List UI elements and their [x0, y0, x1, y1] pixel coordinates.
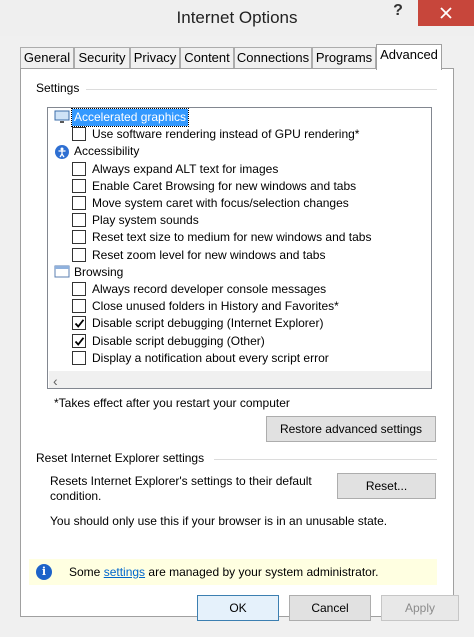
option-label: Move system caret with focus/selection c… [92, 196, 349, 210]
checkbox[interactable] [72, 161, 86, 176]
option-label: Display a notification about every scrip… [92, 350, 329, 365]
option-label: Always record developer console messages [92, 282, 327, 296]
category-label: Browsing [74, 264, 124, 279]
display-icon [54, 110, 70, 124]
checkbox[interactable] [72, 230, 86, 245]
option-label: Reset zoom level for new windows and tab… [92, 247, 326, 262]
option-label: Close unused folders in History and Favo… [92, 299, 339, 314]
option-row[interactable]: Move system caret with focus/selection c… [48, 195, 431, 212]
category-row[interactable]: Accessibility [48, 143, 431, 160]
option-row[interactable]: Always record developer console messages [48, 281, 431, 298]
horizontal-scrollbar[interactable]: ‹ › [49, 371, 431, 388]
managed-settings-infobar: i Some settings are managed by your syst… [29, 559, 437, 585]
option-row[interactable]: Enable Caret Browsing for new windows an… [48, 178, 431, 195]
group-divider [86, 89, 437, 90]
checkbox[interactable] [72, 282, 86, 296]
close-icon [440, 7, 452, 19]
ok-button[interactable]: OK [197, 595, 279, 621]
infobar-prefix: Some [69, 565, 101, 579]
scroll-left-arrow-icon[interactable]: ‹ [53, 373, 58, 388]
category-row[interactable]: Accelerated graphics [48, 108, 431, 127]
tab-privacy[interactable]: Privacy [130, 47, 180, 69]
reset-button[interactable]: Reset... [337, 473, 436, 499]
tab-programs[interactable]: Programs [312, 47, 376, 69]
checkbox[interactable] [72, 196, 86, 210]
option-row[interactable]: Disable script debugging (Internet Explo… [48, 315, 431, 332]
category-label: Accessibility [74, 144, 140, 159]
option-row[interactable]: Use software rendering instead of GPU re… [48, 126, 431, 143]
option-label: Always expand ALT text for images [92, 161, 279, 176]
tab-advanced[interactable]: Advanced [376, 44, 442, 70]
tab-general[interactable]: General [20, 47, 74, 69]
option-label: Use software rendering instead of GPU re… [92, 127, 360, 142]
option-row[interactable]: Close unused folders in History and Favo… [48, 298, 431, 315]
group-divider [214, 459, 437, 460]
option-label: Enable Caret Browsing for new windows an… [92, 178, 357, 193]
checkbox[interactable] [72, 247, 86, 262]
help-button[interactable]: ? [384, 2, 412, 24]
restore-advanced-settings-button[interactable]: Restore advanced settings [266, 416, 436, 442]
checkbox[interactable] [72, 127, 86, 142]
checkbox[interactable] [72, 299, 86, 314]
reset-warning: You should only use this if your browser… [50, 514, 388, 528]
info-icon: i [36, 564, 52, 580]
checkbox-checked[interactable] [72, 316, 86, 331]
option-label: Disable script debugging (Internet Explo… [92, 316, 324, 331]
browsing-icon [54, 265, 70, 279]
option-label: Disable script debugging (Other) [92, 333, 265, 348]
option-row[interactable]: Disable script debugging (Other) [48, 333, 431, 350]
title-bar[interactable]: Internet Options ? [0, 0, 474, 36]
internet-options-dialog: Internet Options ? General Security Priv… [0, 0, 474, 637]
tab-security[interactable]: Security [74, 47, 130, 69]
option-row[interactable]: Display a notification about every scrip… [48, 350, 431, 367]
checkmark-icon [74, 336, 85, 346]
apply-button[interactable]: Apply [381, 595, 459, 621]
checkbox-checked[interactable] [72, 333, 86, 348]
checkbox[interactable] [72, 350, 86, 365]
reset-group-label: Reset Internet Explorer settings [36, 451, 205, 465]
reset-description: Resets Internet Explorer's settings to t… [50, 474, 312, 503]
cancel-button[interactable]: Cancel [289, 595, 371, 621]
option-label: Play system sounds [92, 213, 199, 228]
checkmark-icon [74, 319, 85, 329]
option-row[interactable]: Reset zoom level for new windows and tab… [48, 247, 431, 264]
infobar-suffix: are managed by your system administrator… [148, 565, 379, 579]
accessibility-icon [54, 144, 70, 160]
checkbox[interactable] [72, 178, 86, 193]
option-row[interactable]: Always expand ALT text for images [48, 161, 431, 178]
option-row[interactable]: Play system sounds [48, 212, 431, 229]
tab-content[interactable]: Content [180, 47, 234, 69]
settings-tree-list[interactable]: Accelerated graphics Use software renderi… [47, 107, 432, 389]
settings-group-label: Settings [36, 81, 80, 95]
option-label: Reset text size to medium for new window… [92, 230, 372, 245]
category-row[interactable]: Browsing [48, 264, 431, 281]
checkbox[interactable] [72, 213, 86, 228]
restart-footnote: *Takes effect after you restart your com… [54, 396, 290, 410]
settings-link[interactable]: settings [104, 565, 145, 579]
category-label: Accelerated graphics [70, 108, 190, 127]
close-button[interactable] [418, 0, 474, 26]
tab-connections[interactable]: Connections [234, 47, 312, 69]
option-row[interactable]: Reset text size to medium for new window… [48, 229, 431, 246]
